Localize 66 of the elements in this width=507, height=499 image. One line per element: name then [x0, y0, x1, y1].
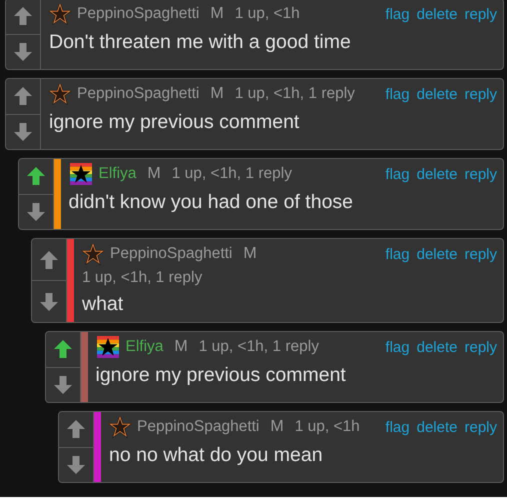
up-arrow-icon: [13, 6, 33, 26]
star-avatar-icon: [49, 3, 71, 25]
downvote-button[interactable]: [6, 114, 40, 149]
downvote-button[interactable]: [32, 280, 66, 322]
comment-text: Don't threaten me with a good time: [49, 31, 352, 54]
comment-meta: 1 up, <1h, 1 reply: [198, 338, 319, 356]
comment-meta: 1 up, <1h, 1 reply: [234, 85, 355, 103]
rank-label: M: [270, 418, 284, 436]
star-avatar-icon: [82, 243, 104, 265]
up-arrow-icon: [39, 250, 59, 270]
comment-text: no no what do you mean: [109, 444, 324, 467]
down-arrow-icon: [52, 374, 72, 395]
up-arrow-icon: [66, 419, 86, 440]
down-arrow-icon: [13, 42, 33, 62]
comment-action-link[interactable]: delete: [416, 419, 458, 436]
rank-label: M: [147, 165, 161, 183]
down-arrow-icon: [26, 202, 46, 222]
up-arrow-icon: [13, 86, 33, 106]
comment-action-link[interactable]: flag: [385, 339, 410, 356]
username[interactable]: PeppinoSpaghetti: [110, 245, 232, 263]
rank-label: M: [210, 5, 224, 23]
comment-action-link[interactable]: reply: [464, 339, 497, 356]
down-arrow-icon: [39, 292, 59, 312]
rank-label: M: [243, 245, 257, 263]
comment-action-link[interactable]: flag: [385, 166, 410, 183]
down-arrow-icon: [13, 122, 33, 142]
downvote-button[interactable]: [46, 366, 80, 402]
star-avatar-icon: [49, 83, 71, 105]
comment-text: ignore my previous comment: [96, 364, 347, 387]
up-arrow-icon: [52, 339, 72, 360]
comment-action-link[interactable]: flag: [385, 419, 410, 436]
username[interactable]: PeppinoSpaghetti: [77, 5, 200, 23]
comment-action-link[interactable]: flag: [385, 246, 410, 263]
comment-action-link[interactable]: reply: [464, 86, 497, 103]
username[interactable]: Elfiya: [126, 338, 164, 356]
down-arrow-icon: [66, 454, 86, 475]
comment-action-link[interactable]: delete: [416, 246, 458, 263]
star-flag-avatar-icon: [96, 336, 120, 358]
comment-action-link[interactable]: reply: [464, 6, 497, 23]
comment-meta: 1 up, <1h, 1 reply: [82, 269, 202, 287]
comment-meta: 1 up, <1h, 1 reply: [172, 165, 292, 183]
rank-label: M: [210, 85, 224, 103]
username[interactable]: PeppinoSpaghetti: [77, 85, 200, 103]
comment-action-link[interactable]: reply: [464, 419, 497, 436]
comment-text: didn't know you had one of those: [68, 191, 354, 214]
comment-action-link[interactable]: flag: [385, 6, 410, 23]
comment-meta: 1 up, <1h: [234, 5, 300, 23]
rank-label: M: [174, 338, 188, 356]
up-arrow-icon: [26, 166, 46, 186]
comment-action-link[interactable]: delete: [416, 86, 458, 103]
downvote-button[interactable]: [18, 194, 52, 229]
star-flag-avatar-icon: [68, 163, 92, 185]
comment-action-link[interactable]: flag: [385, 86, 410, 103]
comment-text: ignore my previous comment: [49, 111, 300, 134]
downvote-button[interactable]: [6, 34, 40, 69]
comment-action-link[interactable]: delete: [416, 339, 458, 356]
username[interactable]: PeppinoSpaghetti: [137, 418, 260, 436]
comment-action-link[interactable]: delete: [416, 6, 458, 23]
comment-meta: 1 up, <1h: [294, 418, 360, 436]
username[interactable]: Elfiya: [98, 165, 136, 183]
downvote-button[interactable]: [59, 446, 93, 482]
comment-action-link[interactable]: reply: [464, 246, 497, 263]
comment-action-link[interactable]: delete: [416, 166, 458, 183]
comment-text: what: [82, 293, 124, 316]
comment-action-link[interactable]: reply: [464, 166, 497, 183]
star-avatar-icon: [109, 416, 131, 438]
